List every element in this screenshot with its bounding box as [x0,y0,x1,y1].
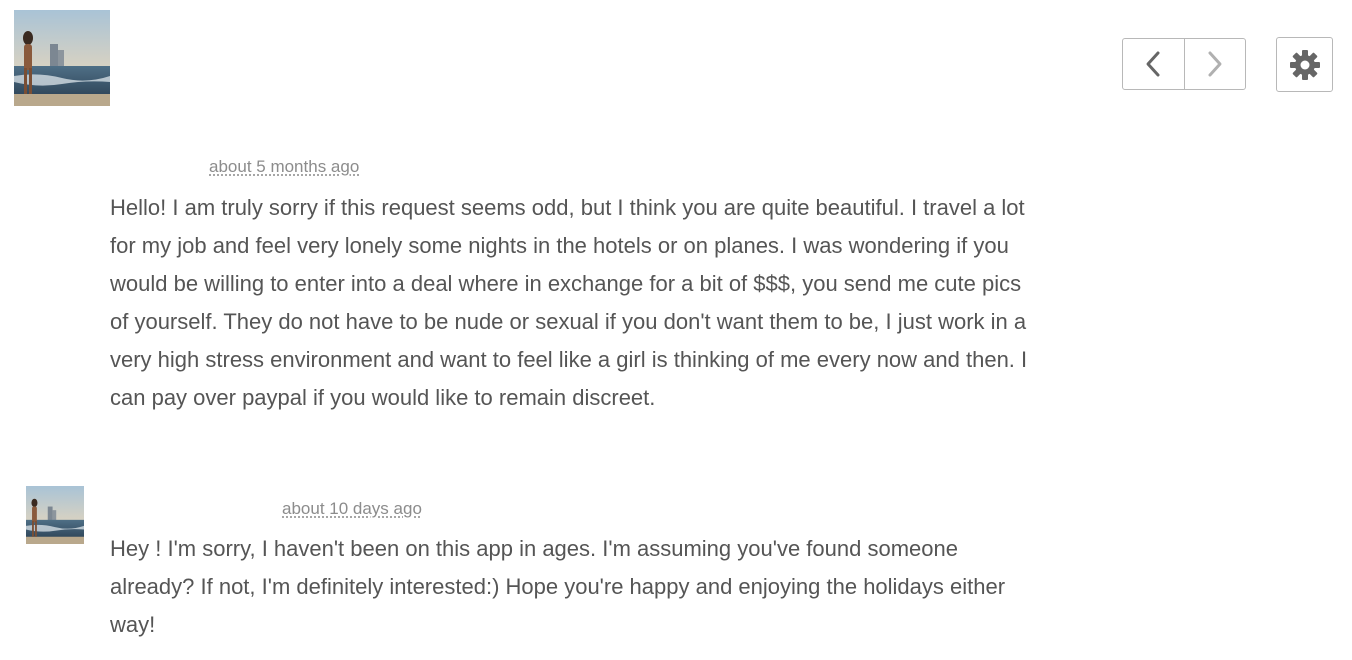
previous-button[interactable] [1123,39,1184,89]
chevron-right-icon [1208,51,1222,77]
avatar-photo [26,486,84,544]
next-button[interactable] [1183,39,1246,89]
gear-icon [1289,49,1320,80]
reply-avatar[interactable] [26,486,84,544]
chevron-left-icon [1146,51,1160,77]
header-avatar[interactable] [14,10,110,106]
avatar-photo [14,10,110,106]
message-timestamp[interactable]: about 5 months ago [209,157,359,177]
message-body: Hey ! I'm sorry, I haven't been on this … [110,536,1006,637]
message-body: Hello! I am truly sorry if this request … [110,195,1028,410]
message-timestamp[interactable]: about 10 days ago [282,499,422,519]
message-navigation [1122,38,1246,90]
settings-button[interactable] [1276,37,1333,92]
